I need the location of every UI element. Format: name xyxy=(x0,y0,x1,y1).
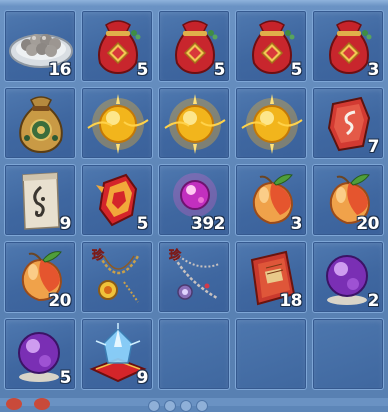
partial-item-icon xyxy=(6,398,22,410)
inventory-slot[interactable]: 9 xyxy=(4,164,76,236)
inventory-slot[interactable]: 珍 xyxy=(81,241,153,313)
inventory-grid: 16 5 5 5 3 7 9 5 392 3 20 20 珍 珍 18 2 5 … xyxy=(4,10,384,390)
empty-inventory-slot[interactable] xyxy=(235,318,307,390)
inventory-slot[interactable]: 3 xyxy=(235,164,307,236)
item-count: 7 xyxy=(367,137,380,157)
page-indicator-dot[interactable] xyxy=(196,400,208,412)
inventory-slot[interactable]: 5 xyxy=(4,318,76,390)
item-count: 5 xyxy=(136,214,149,234)
item-count: 3 xyxy=(367,60,380,80)
inventory-slot[interactable]: 珍 xyxy=(158,241,230,313)
empty-inventory-slot[interactable] xyxy=(312,318,384,390)
glowing-gold-orb-icon xyxy=(87,94,149,154)
inventory-slot[interactable]: 392 xyxy=(158,164,230,236)
partial-item-icon xyxy=(34,398,50,410)
glowing-gold-orb-icon xyxy=(164,94,226,154)
gold-treasure-bag-icon xyxy=(19,96,63,154)
item-count: 20 xyxy=(356,214,379,234)
item-count: 9 xyxy=(136,368,149,388)
inventory-slot[interactable]: 16 xyxy=(4,10,76,82)
inventory-slot[interactable]: 18 xyxy=(235,241,307,313)
inventory-slot[interactable] xyxy=(4,87,76,159)
gold-amulet-necklace-icon: 珍 xyxy=(92,247,140,303)
inventory-slot[interactable]: 3 xyxy=(312,10,384,82)
inventory-slot[interactable]: 20 xyxy=(4,241,76,313)
item-count: 3 xyxy=(290,214,303,234)
page-indicator-dot[interactable] xyxy=(164,400,176,412)
inventory-slot[interactable]: 20 xyxy=(312,164,384,236)
item-count: 9 xyxy=(59,214,72,234)
empty-inventory-slot[interactable] xyxy=(158,318,230,390)
inventory-slot[interactable]: 5 xyxy=(158,10,230,82)
item-count: 18 xyxy=(279,291,302,311)
item-count: 392 xyxy=(191,214,226,234)
item-count: 5 xyxy=(59,368,72,388)
inventory-slot[interactable]: 9 xyxy=(81,318,153,390)
inventory-slot[interactable]: 5 xyxy=(235,10,307,82)
page-indicator-dot[interactable] xyxy=(148,400,160,412)
silver-gem-necklace-icon: 珍 xyxy=(169,247,220,300)
item-count: 5 xyxy=(136,60,149,80)
inventory-slot[interactable]: 7 xyxy=(312,87,384,159)
inventory-slot[interactable] xyxy=(81,87,153,159)
rare-mark: 珍 xyxy=(169,247,182,262)
panel-top-edge xyxy=(0,0,388,6)
glowing-gold-orb-icon xyxy=(241,94,303,154)
page-indicator-dot[interactable] xyxy=(180,400,192,412)
inventory-slot[interactable]: 2 xyxy=(312,241,384,313)
inventory-slot[interactable]: 5 xyxy=(81,10,153,82)
inventory-slot[interactable] xyxy=(235,87,307,159)
item-count: 20 xyxy=(48,291,71,311)
item-count: 5 xyxy=(290,60,303,80)
inventory-slot[interactable]: 5 xyxy=(81,164,153,236)
item-count: 16 xyxy=(48,60,71,80)
panel-bottom-edge xyxy=(0,398,388,406)
rare-mark: 珍 xyxy=(92,247,105,262)
item-count: 2 xyxy=(367,291,380,311)
inventory-slot[interactable] xyxy=(158,87,230,159)
item-count: 5 xyxy=(213,60,226,80)
